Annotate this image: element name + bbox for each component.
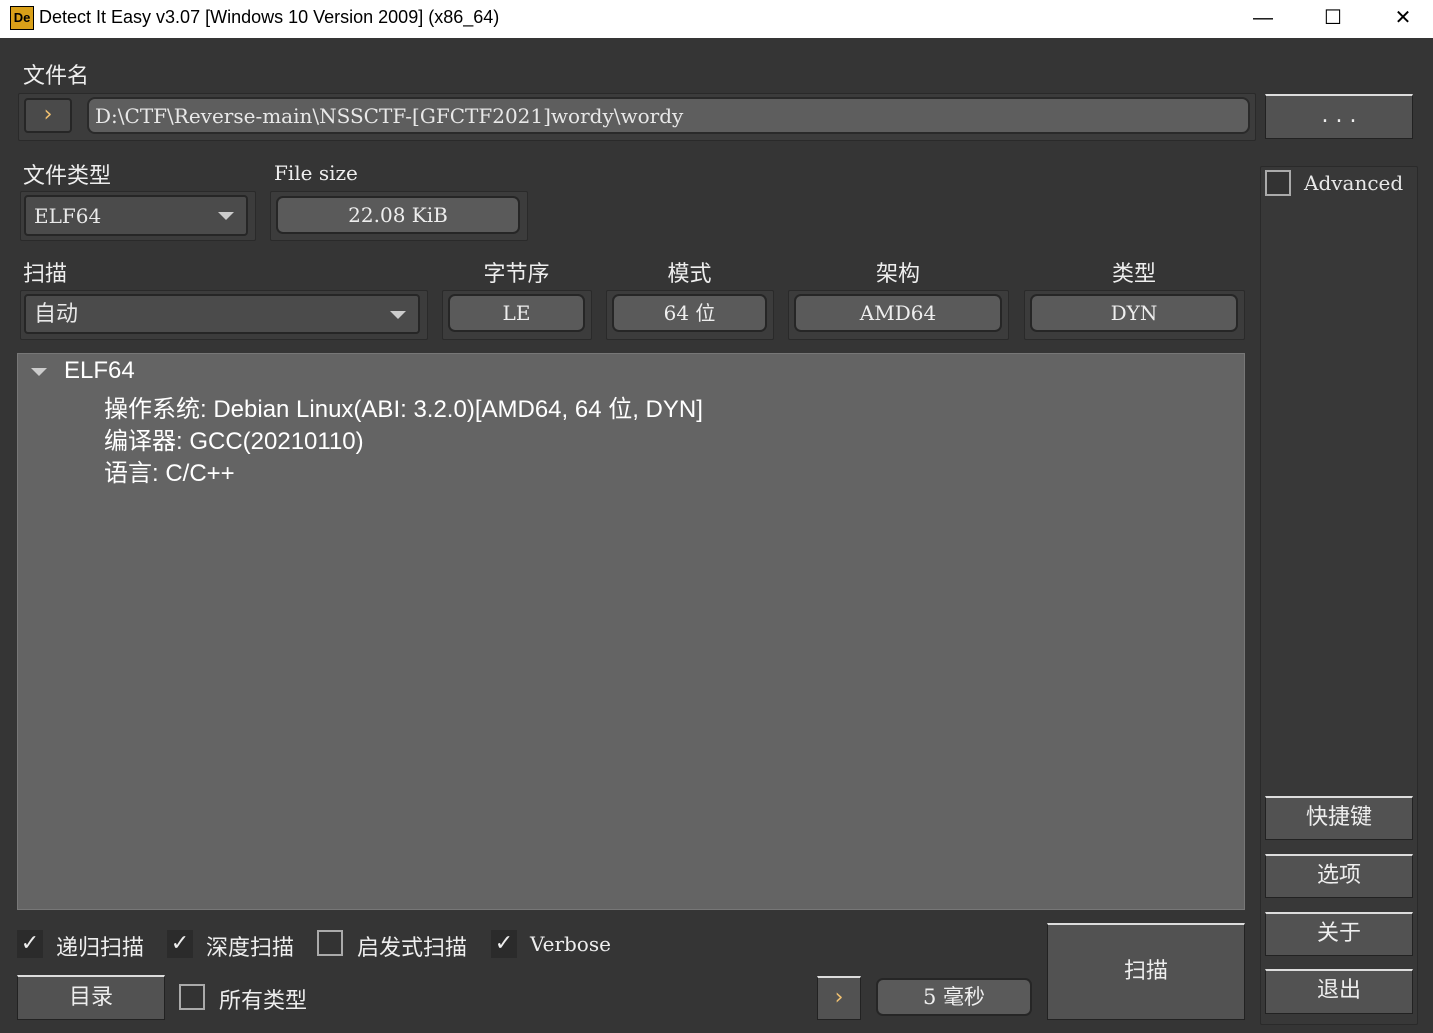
file-type-select[interactable]: ELF64 — [24, 195, 248, 236]
architecture-value[interactable]: AMD64 — [794, 294, 1002, 332]
file-history-button[interactable]: › — [24, 98, 72, 133]
directory-button[interactable]: 目录 — [17, 975, 165, 1020]
advanced-checkbox[interactable] — [1265, 170, 1291, 196]
options-button[interactable]: 选项 — [1265, 854, 1413, 898]
window-title: Detect It Easy v3.07 [Windows 10 Version… — [39, 7, 500, 27]
close-button[interactable]: ✕ — [1368, 0, 1433, 38]
scan-time-arrow-button[interactable]: › — [817, 976, 861, 1020]
scan-mode-value: 自动 — [34, 302, 79, 327]
file-size-value[interactable]: 22.08 KiB — [276, 196, 520, 234]
tree-item-compiler[interactable]: 编译器: GCC(20210110) — [104, 421, 364, 456]
app-logo-icon: De — [10, 6, 34, 30]
heuristic-scan-checkbox[interactable] — [317, 930, 343, 956]
title-bar: De Detect It Easy v3.07 [Windows 10 Vers… — [0, 0, 1433, 38]
file-path-input[interactable]: D:\CTF\Reverse-main\NSSCTF-[GFCTF2021]wo… — [87, 97, 1250, 134]
tree-item-os[interactable]: 操作系统: Debian Linux(ABI: 3.2.0)[AMD64, 64… — [104, 389, 703, 424]
all-types-checkbox[interactable] — [179, 984, 205, 1010]
file-name-label: 文件名 — [23, 64, 90, 89]
scan-time-value[interactable]: 5 毫秒 — [876, 978, 1032, 1016]
tree-item-language[interactable]: 语言: C/C++ — [104, 453, 235, 488]
maximize-button[interactable]: ☐ — [1298, 0, 1368, 38]
shortcuts-button[interactable]: 快捷键 — [1265, 796, 1413, 840]
verbose-label: Verbose — [530, 932, 611, 956]
endianness-value[interactable]: LE — [448, 294, 585, 332]
heuristic-scan-label: 启发式扫描 — [357, 936, 468, 961]
advanced-label: Advanced — [1304, 171, 1404, 195]
results-tree[interactable]: ELF64 操作系统: Debian Linux(ABI: 3.2.0)[AMD… — [17, 353, 1245, 910]
tree-root[interactable]: ELF64 — [64, 357, 135, 385]
expand-arrow-icon[interactable] — [31, 368, 47, 376]
scan-label: 扫描 — [23, 262, 68, 287]
type-label: 类型 — [1111, 262, 1156, 287]
file-type-value: ELF64 — [34, 204, 102, 228]
architecture-label: 架构 — [875, 262, 920, 287]
recursive-scan-label: 递归扫描 — [56, 936, 145, 961]
chevron-down-icon — [218, 212, 234, 220]
endianness-label: 字节序 — [483, 262, 550, 287]
minimize-button[interactable]: — — [1228, 0, 1298, 38]
type-value[interactable]: DYN — [1030, 294, 1238, 332]
mode-label: 模式 — [667, 262, 712, 287]
verbose-checkbox[interactable]: ✓ — [491, 930, 517, 958]
deep-scan-label: 深度扫描 — [206, 936, 295, 961]
recursive-scan-checkbox[interactable]: ✓ — [17, 930, 43, 958]
file-size-label: File size — [274, 161, 358, 185]
deep-scan-checkbox[interactable]: ✓ — [167, 930, 193, 958]
file-type-label: 文件类型 — [23, 164, 112, 189]
scan-button[interactable]: 扫描 — [1047, 923, 1245, 1020]
exit-button[interactable]: 退出 — [1265, 969, 1413, 1014]
about-button[interactable]: 关于 — [1265, 912, 1413, 956]
chevron-down-icon — [390, 311, 406, 319]
mode-value[interactable]: 64 位 — [612, 294, 767, 332]
scan-mode-select[interactable]: 自动 — [24, 294, 420, 334]
all-types-label: 所有类型 — [219, 989, 308, 1014]
browse-button[interactable]: . . . — [1265, 94, 1413, 139]
